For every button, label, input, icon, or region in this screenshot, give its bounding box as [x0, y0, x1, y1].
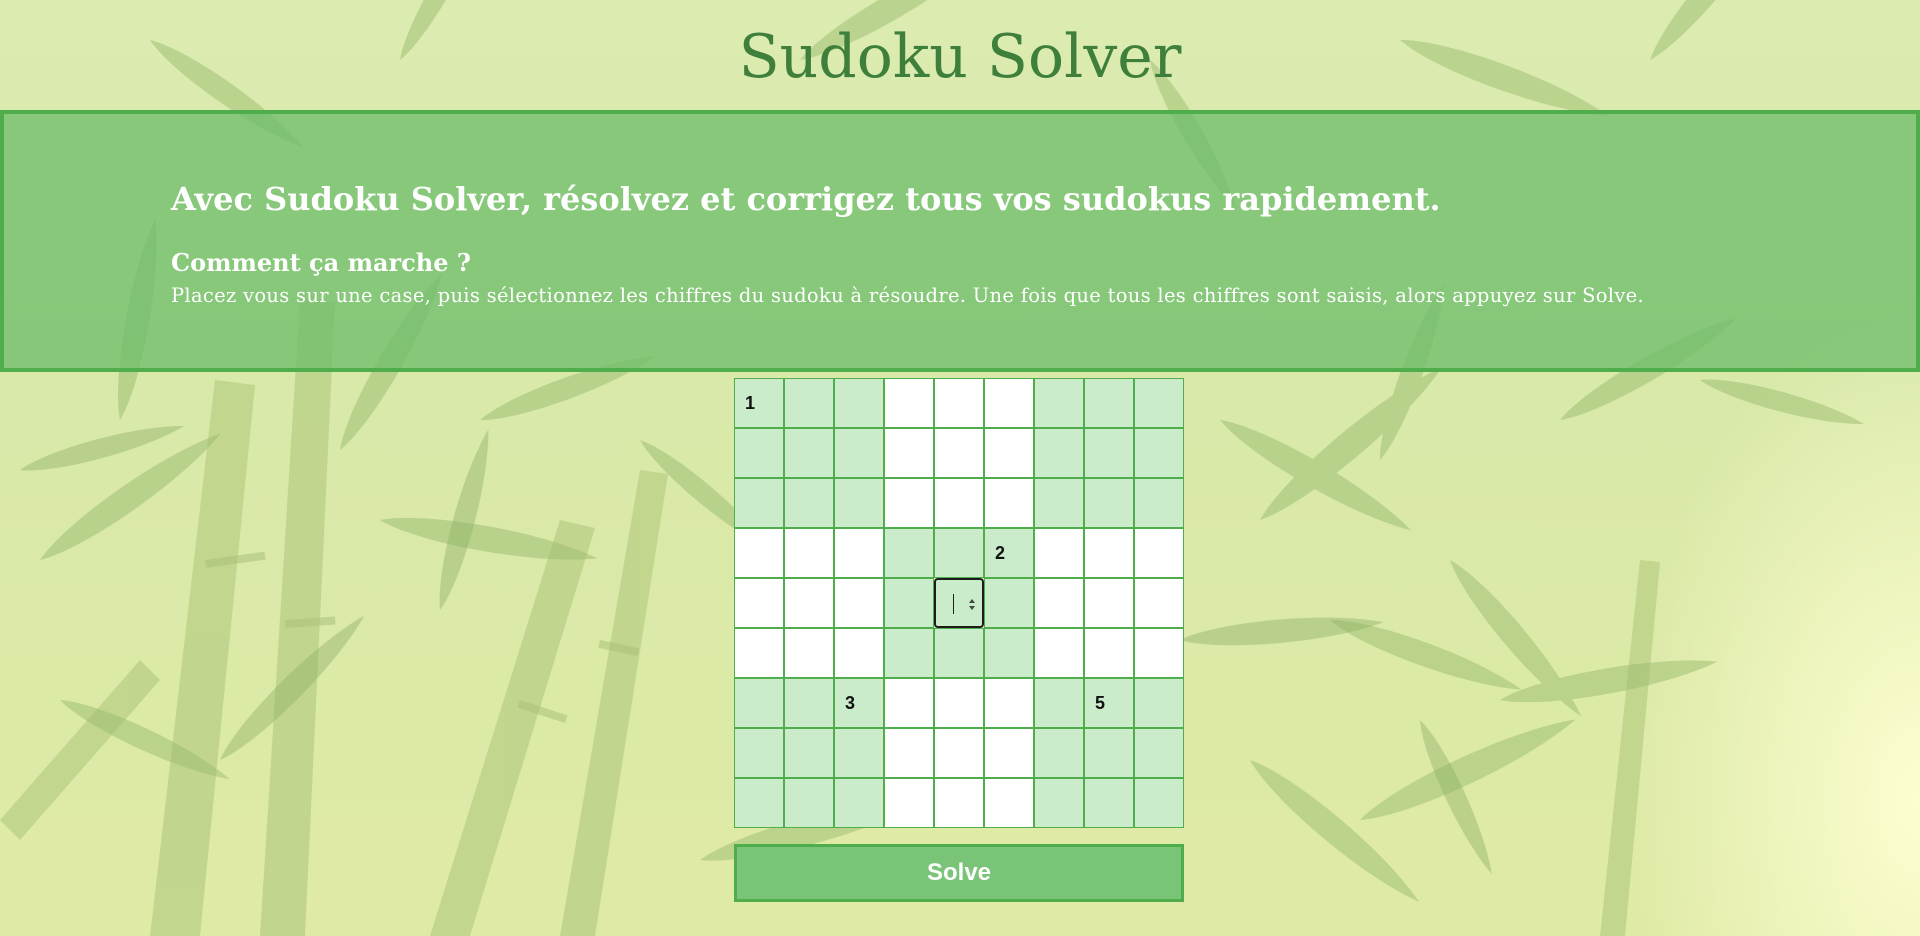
sudoku-cell[interactable] — [734, 528, 784, 578]
banner-instructions: Placez vous sur une case, puis sélection… — [171, 284, 1644, 307]
sudoku-cell[interactable] — [784, 478, 834, 528]
sudoku-cell[interactable] — [934, 378, 984, 428]
sudoku-cell[interactable] — [784, 578, 834, 628]
sudoku-cell[interactable] — [784, 728, 834, 778]
sudoku-cell[interactable] — [1084, 528, 1134, 578]
number-spinner-icon[interactable] — [968, 597, 976, 613]
sudoku-cell[interactable] — [884, 378, 934, 428]
sudoku-cell[interactable] — [1084, 578, 1134, 628]
sudoku-cell[interactable] — [934, 528, 984, 578]
sudoku-cell[interactable] — [1134, 528, 1184, 578]
sudoku-cell[interactable] — [984, 578, 1034, 628]
sudoku-cell[interactable] — [784, 428, 834, 478]
sudoku-cell[interactable] — [884, 678, 934, 728]
sudoku-cell[interactable] — [1084, 478, 1134, 528]
sudoku-cell[interactable] — [734, 778, 784, 828]
sudoku-cell[interactable] — [984, 678, 1034, 728]
sudoku-cell[interactable] — [1034, 378, 1084, 428]
sudoku-cell[interactable] — [734, 678, 784, 728]
sudoku-cell[interactable] — [884, 728, 934, 778]
sudoku-cell[interactable] — [884, 778, 934, 828]
sudoku-cell[interactable] — [834, 428, 884, 478]
sudoku-cell[interactable] — [984, 778, 1034, 828]
sudoku-cell[interactable] — [884, 528, 934, 578]
sudoku-cell[interactable] — [1134, 428, 1184, 478]
sudoku-cell[interactable] — [1084, 628, 1134, 678]
sudoku-cell[interactable] — [984, 728, 1034, 778]
sudoku-cell[interactable] — [1084, 778, 1134, 828]
sudoku-cell[interactable] — [934, 778, 984, 828]
sudoku-cell[interactable] — [784, 528, 834, 578]
sudoku-cell[interactable] — [1034, 728, 1084, 778]
sudoku-cell[interactable] — [734, 578, 784, 628]
banner-headline: Avec Sudoku Solver, résolvez et corrigez… — [171, 180, 1441, 218]
sudoku-cell[interactable] — [734, 728, 784, 778]
sudoku-cell[interactable] — [1134, 778, 1184, 828]
sudoku-cell[interactable] — [1034, 628, 1084, 678]
sudoku-cell[interactable] — [834, 478, 884, 528]
sudoku-cell[interactable] — [834, 378, 884, 428]
sudoku-cell[interactable] — [1084, 378, 1134, 428]
sudoku-cell[interactable] — [834, 728, 884, 778]
sudoku-cell[interactable] — [884, 478, 934, 528]
sudoku-cell[interactable] — [984, 428, 1034, 478]
sudoku-cell[interactable] — [734, 628, 784, 678]
sudoku-cell[interactable] — [1034, 428, 1084, 478]
sudoku-cell[interactable] — [884, 628, 934, 678]
sudoku-cell[interactable] — [1034, 478, 1084, 528]
sudoku-cell[interactable] — [834, 628, 884, 678]
sudoku-cell[interactable] — [834, 778, 884, 828]
sudoku-cell[interactable] — [784, 628, 834, 678]
sudoku-cell[interactable] — [1084, 728, 1134, 778]
sudoku-cell[interactable] — [1034, 528, 1084, 578]
sudoku-cell[interactable] — [934, 428, 984, 478]
sudoku-cell[interactable] — [784, 678, 834, 728]
sudoku-cell[interactable] — [934, 678, 984, 728]
banner-subhead: Comment ça marche ? — [171, 248, 471, 277]
sudoku-cell[interactable] — [1134, 578, 1184, 628]
intro-banner: Avec Sudoku Solver, résolvez et corrigez… — [0, 110, 1920, 372]
sudoku-cell[interactable] — [834, 528, 884, 578]
sudoku-cell[interactable] — [734, 428, 784, 478]
sudoku-cell[interactable] — [934, 728, 984, 778]
sudoku-cell[interactable] — [784, 378, 834, 428]
sudoku-cell[interactable] — [984, 378, 1034, 428]
sudoku-cell[interactable] — [884, 578, 934, 628]
sudoku-cell[interactable] — [1034, 678, 1084, 728]
sudoku-cell[interactable] — [984, 628, 1034, 678]
page-title: Sudoku Solver — [738, 22, 1182, 92]
sudoku-cell[interactable] — [1134, 728, 1184, 778]
sudoku-cell[interactable]: 3 — [834, 678, 884, 728]
sudoku-cell[interactable] — [834, 578, 884, 628]
sudoku-cell[interactable] — [984, 478, 1034, 528]
sudoku-cell[interactable] — [1134, 378, 1184, 428]
sudoku-cell[interactable] — [1134, 678, 1184, 728]
sudoku-cell[interactable] — [1034, 778, 1084, 828]
sudoku-cell[interactable] — [934, 628, 984, 678]
sudoku-cell[interactable]: 2 — [984, 528, 1034, 578]
sudoku-grid: 1 2 3 5 — [734, 378, 1184, 828]
sudoku-cell[interactable] — [934, 478, 984, 528]
sudoku-cell-active[interactable] — [934, 578, 984, 628]
sudoku-cell[interactable] — [784, 778, 834, 828]
sudoku-cell[interactable] — [1134, 478, 1184, 528]
sudoku-cell[interactable] — [1084, 428, 1134, 478]
sudoku-cell[interactable]: 5 — [1084, 678, 1134, 728]
sudoku-cell[interactable] — [734, 478, 784, 528]
sudoku-cell[interactable] — [884, 428, 934, 478]
sudoku-cell[interactable] — [1134, 628, 1184, 678]
sudoku-cell[interactable]: 1 — [734, 378, 784, 428]
solve-button[interactable]: Solve — [734, 844, 1184, 902]
text-caret — [953, 594, 954, 614]
sudoku-cell[interactable] — [1034, 578, 1084, 628]
